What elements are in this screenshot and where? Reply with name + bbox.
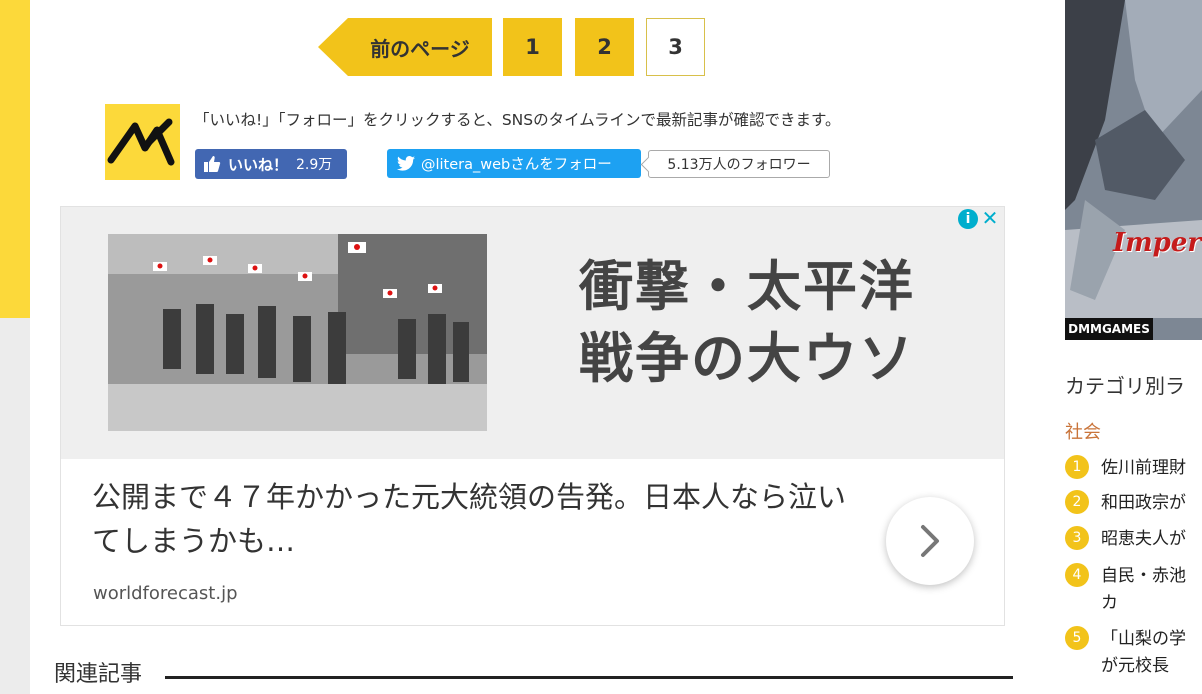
ranking-number-5: 5 — [1065, 626, 1089, 650]
page-link-2[interactable]: 2 — [575, 18, 634, 76]
sidebar-ad-artwork — [1065, 0, 1202, 340]
left-accent-bar — [0, 0, 30, 318]
twitter-follow-button[interactable]: @litera_webさんをフォロー — [387, 149, 641, 178]
chevron-right-icon — [921, 525, 939, 557]
prev-page-label: 前のページ — [348, 18, 492, 76]
ranking-title-5-line2: が元校長 — [1101, 656, 1169, 676]
dmm-games-logo: DMMGAMES — [1065, 318, 1153, 340]
ranking-title-5: 「山梨の学 — [1101, 629, 1186, 649]
native-ad[interactable]: 衝撃・太平洋 戦争の大ウソ i ✕ 公開まで４７年かかった元大統領の告発。日本人… — [60, 206, 1005, 626]
related-heading-rule — [165, 676, 1013, 679]
adchoices-info-icon[interactable]: i — [958, 209, 978, 229]
ranking-number-4: 4 — [1065, 563, 1089, 587]
ad-headline-line2: 戦争の大ウソ — [579, 327, 915, 390]
page: 前のページ 1 2 3 「いいね!」「フォロー」をクリックすると、SNSのタイム… — [0, 0, 1202, 694]
ad-next-button[interactable] — [886, 497, 974, 585]
ranking-title-1: 佐川前理財 — [1101, 458, 1186, 478]
twitter-bird-icon — [397, 156, 415, 171]
ad-domain[interactable]: worldforecast.jp — [93, 583, 238, 604]
ad-headline: 衝撃・太平洋 戦争の大ウソ — [579, 251, 979, 395]
ad-description[interactable]: 公開まで４７年かかった元大統領の告発。日本人なら泣いてしまうかも… — [92, 475, 872, 563]
sidebar-game-ad[interactable]: Imperial S DMMGAMES — [1065, 0, 1202, 340]
ranking-title-4-line2: カ — [1101, 593, 1118, 613]
twitter-follower-count[interactable]: 5.13万人のフォロワー — [648, 150, 830, 178]
ad-photo-soldiers — [108, 234, 487, 431]
category-society-label[interactable]: 社会 — [1065, 418, 1101, 444]
left-gray-bar — [0, 318, 30, 694]
ranking-number-3: 3 — [1065, 526, 1089, 550]
ad-headline-line1: 衝撃・太平洋 — [579, 255, 915, 318]
litera-logo — [105, 104, 180, 180]
follow-prompt-text: 「いいね!」「フォロー」をクリックすると、SNSのタイムラインで最新記事が確認で… — [194, 111, 841, 129]
ad-close-icon[interactable]: ✕ — [980, 206, 1000, 230]
litera-logo-icon — [107, 118, 175, 166]
category-ranking-title: カテゴリ別ラ — [1065, 374, 1185, 398]
ranking-title-3: 昭恵夫人が — [1101, 529, 1186, 549]
facebook-like-button[interactable]: いいね！ 2.9万 — [195, 149, 347, 179]
sidebar-ad-game-title: Imperial S — [1113, 228, 1202, 258]
ranking-number-1: 1 — [1065, 455, 1089, 479]
prev-page-button[interactable]: 前のページ — [318, 18, 492, 76]
page-link-1[interactable]: 1 — [503, 18, 562, 76]
ad-banner-area: 衝撃・太平洋 戦争の大ウソ i ✕ — [61, 206, 1004, 459]
related-articles-heading: 関連記事 — [54, 662, 143, 687]
prev-arrow-icon — [318, 18, 348, 76]
page-current-3: 3 — [646, 18, 705, 76]
ranking-title-2: 和田政宗が — [1101, 493, 1186, 513]
twitter-follow-label: @litera_webさんをフォロー — [421, 157, 612, 173]
thumbs-up-icon — [204, 156, 221, 172]
facebook-like-label: いいね！ — [228, 155, 289, 174]
facebook-like-count: 2.9万 — [296, 157, 333, 173]
ad-photo-image — [108, 234, 487, 431]
ranking-number-2: 2 — [1065, 490, 1089, 514]
ranking-title-4: 自民・赤池 — [1101, 566, 1186, 586]
